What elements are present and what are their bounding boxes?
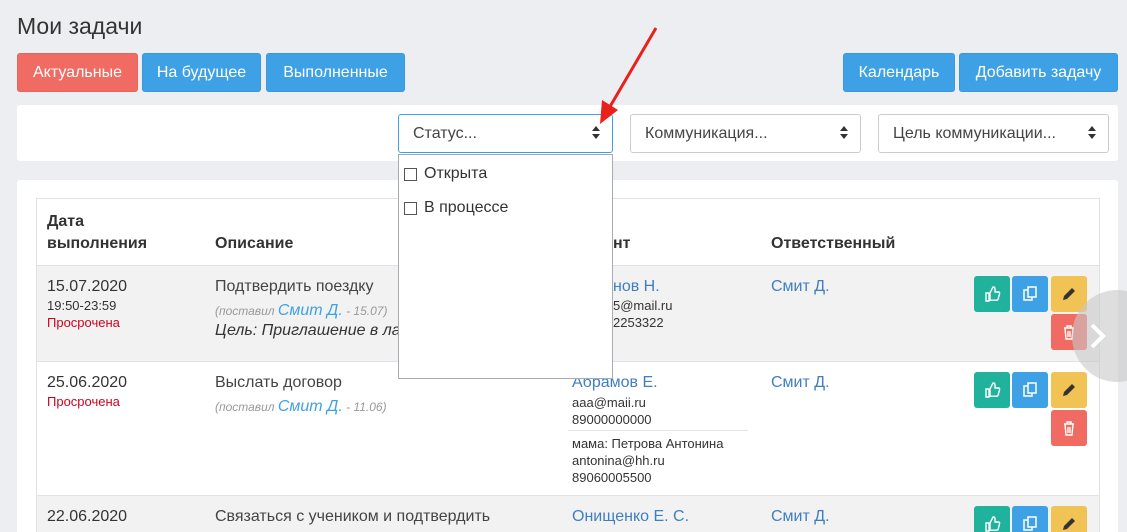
- responsible-link[interactable]: Смит Д.: [771, 374, 830, 392]
- tab-current[interactable]: Актуальные: [17, 53, 138, 92]
- client-email: 5@mail.ru: [613, 298, 673, 313]
- client-link[interactable]: нов Н.: [613, 278, 660, 296]
- client-email: aaa@maii.ru: [572, 395, 646, 410]
- client-link[interactable]: Онищенко Е. С.: [572, 508, 689, 526]
- status-dropdown: Открыта В процессе: [398, 154, 613, 379]
- status-option-open[interactable]: Открыта: [404, 165, 487, 183]
- header-date-line1: Дата: [47, 213, 85, 230]
- task-date: 25.06.2020: [47, 374, 128, 391]
- copy-icon: [1023, 286, 1037, 301]
- option-label: Открыта: [424, 165, 488, 182]
- header-date-line2: выполнения: [47, 235, 148, 252]
- status-select-value: Статус...: [413, 124, 477, 142]
- copy-icon: [1023, 382, 1037, 397]
- task-meta: (поставил Смит Д. - 11.06): [215, 398, 387, 415]
- add-task-button[interactable]: Добавить задачу: [959, 53, 1118, 92]
- copy-icon: [1023, 516, 1037, 531]
- responsible-link[interactable]: Смит Д.: [771, 508, 830, 526]
- select-caret-icon: [840, 126, 848, 140]
- relative-email: antonina@hh.ru: [572, 453, 665, 468]
- status-select[interactable]: Статус...: [398, 114, 613, 153]
- author-link[interactable]: Смит Д.: [278, 398, 343, 415]
- relative-name: мама: Петрова Антонина: [572, 436, 724, 451]
- edit-button[interactable]: [1051, 506, 1087, 532]
- option-label: В процессе: [424, 199, 509, 216]
- task-description: Выслать договор: [215, 374, 342, 391]
- status-option-in-progress[interactable]: В процессе: [404, 199, 508, 217]
- edit-button[interactable]: [1051, 372, 1087, 408]
- trash-icon: [1064, 421, 1074, 436]
- goal-select-value: Цель коммуникации...: [893, 124, 1056, 142]
- divider: [568, 430, 748, 431]
- task-date: 22.06.2020: [47, 508, 128, 525]
- client-phone: 2253322: [613, 315, 664, 330]
- status-badge: Просрочена: [47, 394, 120, 409]
- responsible-link[interactable]: Смит Д.: [771, 278, 830, 296]
- select-caret-icon: [1088, 126, 1096, 140]
- like-button[interactable]: [974, 276, 1010, 312]
- task-time: 19:50-23:59: [47, 298, 117, 313]
- header-description: Описание: [215, 235, 294, 252]
- tab-future[interactable]: На будущее: [142, 53, 261, 92]
- chevron-right-icon: [1090, 323, 1106, 349]
- like-button[interactable]: [974, 372, 1010, 408]
- tab-done[interactable]: Выполненные: [266, 53, 405, 92]
- copy-button[interactable]: [1012, 506, 1048, 532]
- table-row: [37, 361, 1099, 495]
- status-badge: Просрочена: [47, 315, 120, 330]
- task-description: Подтвердить поездку: [215, 278, 374, 295]
- calendar-button[interactable]: Календарь: [843, 53, 955, 92]
- thumbs-up-icon: [985, 286, 1001, 302]
- header-client: нт: [613, 235, 631, 252]
- copy-button[interactable]: [1012, 276, 1048, 312]
- pencil-icon: [1063, 384, 1075, 396]
- pencil-icon: [1063, 518, 1075, 530]
- delete-button[interactable]: [1051, 410, 1087, 446]
- client-phone: 89000000000: [572, 412, 652, 427]
- thumbs-up-icon: [985, 516, 1001, 532]
- task-date: 15.07.2020: [47, 278, 128, 295]
- author-link[interactable]: Смит Д.: [278, 302, 343, 319]
- task-goal: Цель: Приглашение в лаг: [215, 322, 409, 339]
- page-title: Мои задачи: [17, 13, 143, 39]
- pencil-icon: [1063, 288, 1075, 300]
- task-meta: (поставил Смит Д. - 15.07): [215, 302, 388, 319]
- task-description: Связаться с учеником и подтвердить: [215, 508, 491, 525]
- annotation-arrow-icon: [600, 27, 658, 124]
- goal-select[interactable]: Цель коммуникации...: [878, 114, 1109, 153]
- copy-button[interactable]: [1012, 372, 1048, 408]
- checkbox[interactable]: [404, 201, 417, 215]
- relative-phone: 89060005500: [572, 470, 652, 485]
- like-button[interactable]: [974, 506, 1010, 532]
- table-row: [37, 495, 1099, 532]
- thumbs-up-icon: [985, 382, 1001, 398]
- header-responsible: Ответственный: [771, 235, 896, 252]
- checkbox[interactable]: [404, 167, 417, 181]
